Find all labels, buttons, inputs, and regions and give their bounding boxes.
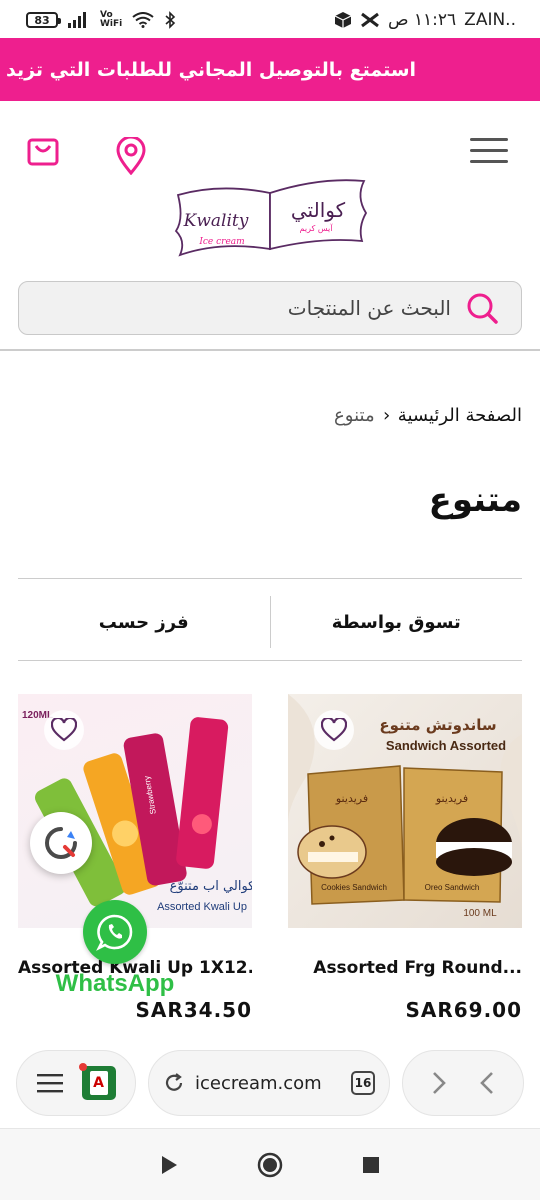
package-icon bbox=[334, 12, 352, 28]
browser-menu-pill: A bbox=[16, 1050, 136, 1116]
breadcrumb: الصفحة الرئيسية › متنوع bbox=[334, 405, 522, 426]
image-title-ar: ساندوتش متنوع bbox=[379, 716, 496, 734]
product-name[interactable]: Assorted Frg Round... bbox=[288, 958, 522, 978]
recents-square-icon[interactable] bbox=[361, 1155, 381, 1175]
promo-banner[interactable]: استمتع بالتوصيل المجاني للطلبات التي تزي… bbox=[0, 38, 540, 101]
promo-text: استمتع بالتوصيل المجاني للطلبات التي تزي… bbox=[6, 58, 417, 81]
volte-icon: Vo WiFi bbox=[100, 11, 122, 29]
breadcrumb-home[interactable]: الصفحة الرئيسية bbox=[398, 405, 522, 426]
search-input[interactable] bbox=[71, 296, 451, 320]
logo-latin: Kwality bbox=[183, 211, 249, 231]
shop-by-button[interactable]: تسوق بواسطة bbox=[269, 596, 523, 648]
phone-icon bbox=[96, 914, 133, 951]
volte-bottom: WiFi bbox=[100, 19, 123, 29]
location-pin-icon bbox=[116, 137, 146, 175]
hamburger-icon bbox=[470, 138, 508, 163]
solitaire-app-icon[interactable]: A bbox=[78, 1063, 116, 1100]
site-header: Kwality Ice cream كوالتي آيس كريم bbox=[0, 101, 540, 351]
url-text[interactable]: icecream.com bbox=[195, 1073, 322, 1094]
address-bar[interactable]: icecream.com 16 bbox=[148, 1050, 390, 1116]
menu-button[interactable] bbox=[468, 133, 510, 169]
carrier-name: ZAIN.. bbox=[464, 10, 516, 30]
status-icons-right: ١١:٢٦ ص ZAIN.. bbox=[334, 10, 516, 30]
heart-icon bbox=[51, 718, 77, 742]
battery-level: 83 bbox=[34, 13, 50, 27]
sort-by-button[interactable]: فرز حسب bbox=[18, 596, 270, 648]
reload-icon[interactable] bbox=[163, 1072, 185, 1094]
logo-arabic: كوالتي bbox=[291, 198, 346, 223]
notification-dot bbox=[78, 1063, 87, 1071]
kwality-logo[interactable]: Kwality Ice cream كوالتي آيس كريم bbox=[170, 171, 370, 263]
divider bbox=[18, 660, 522, 661]
nav-arrows-pill bbox=[402, 1050, 524, 1116]
wifi-icon bbox=[132, 12, 154, 28]
system-nav-bar bbox=[0, 1128, 540, 1200]
clock: ١١:٢٦ ص bbox=[387, 10, 457, 30]
status-icons-left: 83 Vo WiFi bbox=[26, 11, 176, 29]
assistant-button[interactable] bbox=[30, 812, 92, 874]
logo-sub: Ice cream bbox=[198, 237, 244, 247]
bluetooth-icon bbox=[165, 11, 176, 29]
browser-menu-icon[interactable] bbox=[36, 1072, 63, 1094]
page-title: متنوع bbox=[428, 480, 522, 520]
filter-row: فرز حسب تسوق بواسطة bbox=[18, 596, 522, 648]
browser-bottom-bar: A icecream.com 16 bbox=[0, 1048, 540, 1122]
breadcrumb-current: متنوع bbox=[334, 405, 375, 426]
wishlist-button[interactable] bbox=[44, 710, 84, 750]
whatsapp-label: WhatsApp bbox=[55, 970, 175, 997]
whatsapp-icon bbox=[83, 900, 147, 964]
breadcrumb-chevron-icon: › bbox=[382, 405, 390, 426]
heart-icon bbox=[321, 718, 347, 742]
product-price: SAR69.00 bbox=[405, 998, 522, 1022]
logo-graphic: Kwality Ice cream كوالتي آيس كريم bbox=[174, 179, 368, 257]
image-volume: 100 ML bbox=[463, 908, 497, 919]
product-image[interactable]: 120ML Strawberry كوالي اب متنوّع Assorte… bbox=[18, 694, 252, 928]
pack-brand-left: فريدينو bbox=[335, 792, 368, 805]
divider bbox=[18, 578, 522, 579]
back-icon[interactable] bbox=[478, 1069, 496, 1097]
logo-arabic-sub: آيس كريم bbox=[300, 223, 334, 233]
search-bar[interactable] bbox=[18, 281, 522, 335]
assistant-icon bbox=[45, 827, 77, 859]
forward-icon[interactable] bbox=[430, 1069, 448, 1097]
pack-label-right: Oreo Sandwich bbox=[425, 883, 480, 892]
product-price: SAR34.50 bbox=[135, 998, 252, 1022]
cart-button[interactable] bbox=[22, 129, 64, 171]
store-locator-button[interactable] bbox=[110, 135, 152, 177]
signal-icon bbox=[68, 12, 86, 28]
tab-count[interactable]: 16 bbox=[351, 1071, 375, 1095]
product-image[interactable]: ساندوتش متنوع Sandwich Assorted فريدينو … bbox=[288, 694, 522, 928]
whatsapp-button[interactable]: WhatsApp bbox=[50, 900, 180, 1000]
search-icon[interactable] bbox=[465, 291, 499, 325]
wishlist-button[interactable] bbox=[314, 710, 354, 750]
shopping-bag-icon bbox=[27, 138, 59, 166]
app-card-letter: A bbox=[89, 1071, 108, 1095]
battery-icon: 83 bbox=[26, 12, 61, 28]
pack-label-left: Cookies Sandwich bbox=[321, 883, 387, 892]
capcut-icon bbox=[361, 12, 379, 28]
product-card[interactable]: ساندوتش متنوع Sandwich Assorted فريدينو … bbox=[288, 694, 522, 1022]
home-circle-icon[interactable] bbox=[256, 1151, 284, 1179]
pack-brand-right: فريدينو bbox=[435, 792, 468, 805]
status-bar: 83 Vo WiFi ١١:٢٦ ص ZAIN.. bbox=[0, 0, 540, 40]
image-title-ar: كوالي اب متنوّع bbox=[170, 879, 252, 894]
image-title-en: Sandwich Assorted bbox=[386, 738, 506, 753]
back-triangle-icon[interactable] bbox=[159, 1154, 179, 1176]
